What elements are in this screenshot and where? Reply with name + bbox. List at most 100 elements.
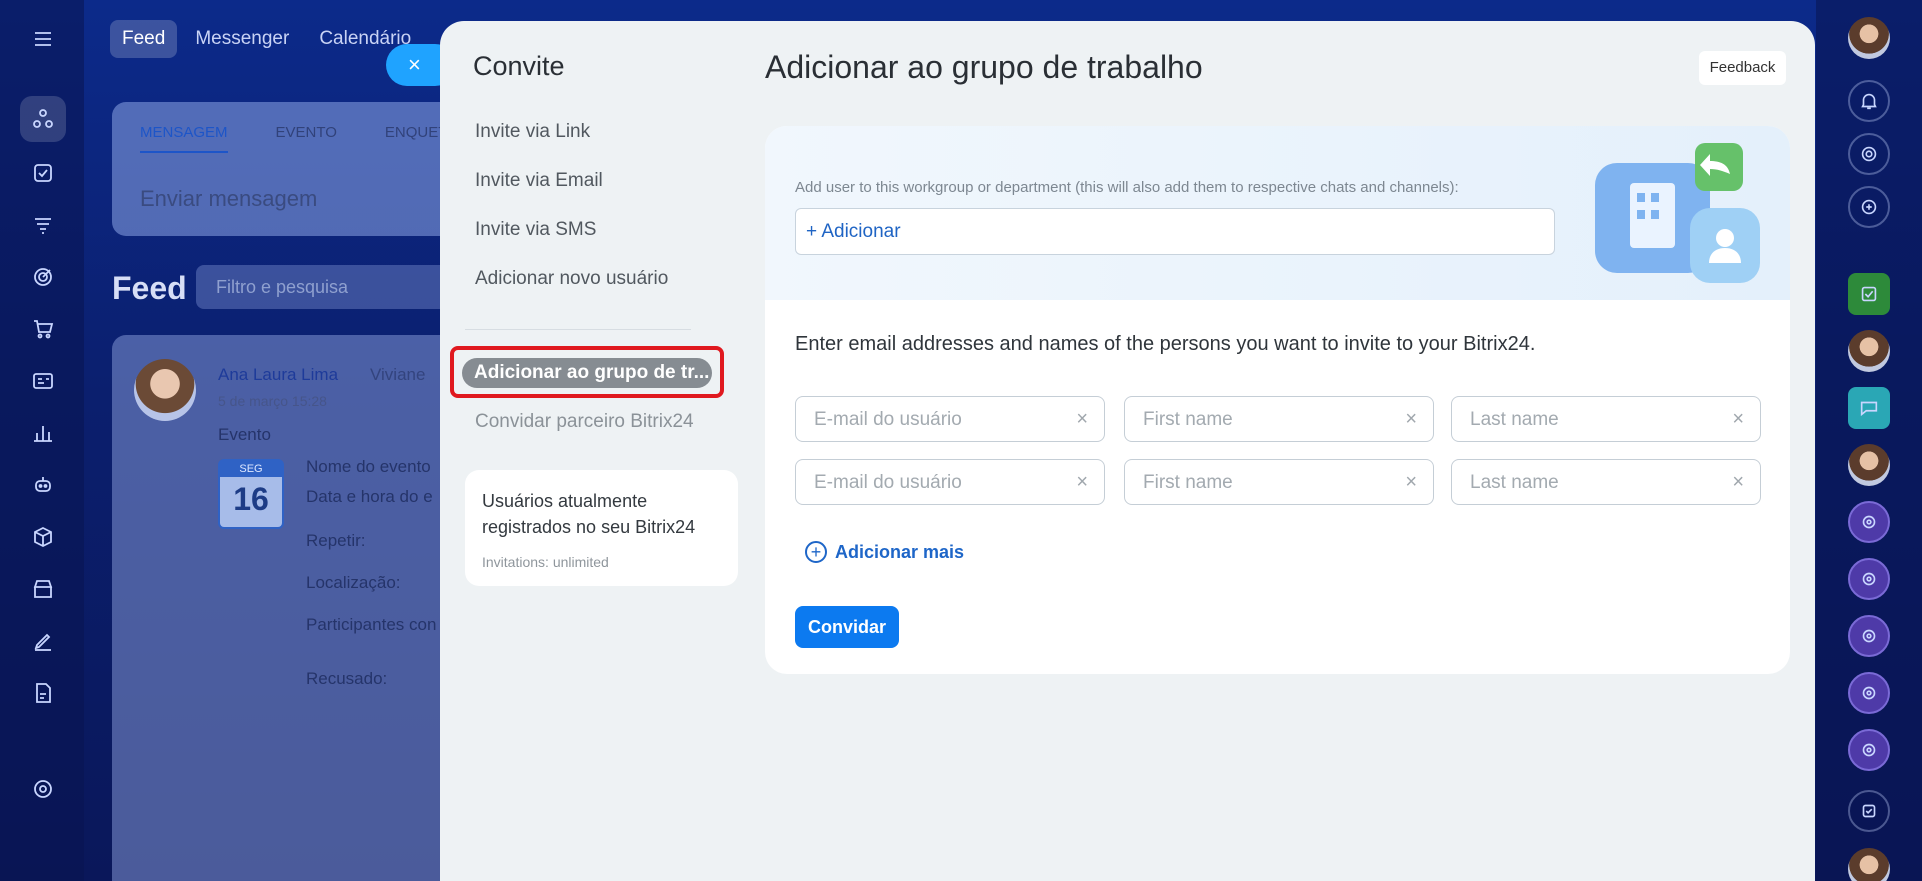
clear-icon[interactable]: × [1732,408,1744,431]
invite-slider: Convite Invite via Link Invite via Email… [440,21,1815,881]
post-recipient[interactable]: Viviane [370,365,425,385]
message-input[interactable]: Enviar mensagem [140,186,317,212]
invite-menu: Invite via Link Invite via Email Invite … [475,121,668,317]
invite-form-card: Add user to this workgroup or department… [765,126,1790,674]
event-field: Participantes con [306,615,437,634]
contact-avatar[interactable] [1848,444,1890,486]
menu-item-add-to-workgroup[interactable]: Adicionar ao grupo de tr... [462,358,712,388]
email-field[interactable]: E-mail do usuário × [795,396,1105,442]
channel-icon[interactable] [1848,558,1890,600]
post-author[interactable]: Ana Laura Lima [218,365,338,385]
target-icon[interactable] [20,254,66,300]
contact-avatar[interactable] [1848,848,1890,881]
right-rail [1816,0,1922,881]
robot-icon[interactable] [20,462,66,508]
calendar-number: 16 [233,481,269,517]
checklist-icon[interactable] [1848,790,1890,832]
menu-item-invite-email[interactable]: Invite via Email [475,170,668,219]
crm-icon[interactable] [20,202,66,248]
menu-item-invite-partner[interactable]: Convidar parceiro Bitrix24 [475,411,694,433]
event-field: Recusado: [306,669,388,688]
email-field-placeholder: E-mail do usuário [814,472,962,493]
search-chat-icon[interactable] [1848,186,1890,228]
panel-title: Convite [473,51,565,81]
channel-icon[interactable] [1848,672,1890,714]
feed-filter-input[interactable]: Filtro e pesquisa [196,265,456,309]
page-title: Adicionar ao grupo de trabalho [765,49,1203,85]
clear-icon[interactable]: × [1405,471,1417,494]
add-more-button[interactable]: + Adicionar mais [805,541,964,563]
invite-left-panel: Convite Invite via Link Invite via Email… [440,21,750,881]
menu-item-invite-link[interactable]: Invite via Link [475,121,668,170]
invitations-limit: Invitations: unlimited [482,554,609,570]
tab-feed[interactable]: Feed [110,20,178,58]
tasks-icon[interactable] [20,150,66,196]
registered-users-card: Usuários atualmente registrados no seu B… [465,470,738,586]
clear-icon[interactable]: × [1076,408,1088,431]
post-date: 5 de março 15:28 [218,393,327,409]
clear-icon[interactable]: × [1076,471,1088,494]
channel-icon[interactable] [1848,615,1890,657]
bell-icon[interactable] [1848,80,1890,122]
first-name-field[interactable]: First name × [1124,459,1434,505]
left-rail [0,0,84,881]
feedback-button[interactable]: Feedback [1699,51,1786,85]
event-field: Localização: [306,573,401,592]
composer-tab-poll[interactable]: ENQUET [385,124,448,153]
last-name-placeholder: Last name [1470,409,1559,430]
last-name-placeholder: Last name [1470,472,1559,493]
invite-heading: Enter email addresses and names of the p… [795,333,1536,355]
clear-icon[interactable]: × [1732,471,1744,494]
first-name-placeholder: First name [1143,409,1233,430]
event-field: Nome do evento [306,457,431,476]
add-more-label: Adicionar mais [835,541,965,562]
email-field[interactable]: E-mail do usuário × [795,459,1105,505]
workgroup-section: Add user to this workgroup or department… [765,126,1790,300]
contact-card-icon[interactable] [20,358,66,404]
last-name-field[interactable]: Last name × [1451,396,1761,442]
clear-icon[interactable]: × [1405,408,1417,431]
first-name-placeholder: First name [1143,472,1233,493]
composer-tab-event[interactable]: EVENTO [276,124,337,153]
composer-tab-message[interactable]: MENSAGEM [140,124,228,153]
avatar[interactable] [134,359,196,421]
menu-item-add-new-user[interactable]: Adicionar novo usuário [475,268,668,317]
event-field: Data e hora do e [306,487,433,506]
workgroup-illustration-icon [1595,143,1760,283]
event-field: Repetir: [306,531,366,550]
post-type: Evento [218,425,271,444]
calendar-badge: SEG 16 [218,459,284,529]
invite-button[interactable]: Convidar [795,606,899,648]
store-icon[interactable] [20,566,66,612]
contact-avatar[interactable] [1848,330,1890,372]
channel-icon[interactable] [1848,729,1890,771]
registered-users-title: Usuários atualmente registrados no seu B… [482,491,696,537]
first-name-field[interactable]: First name × [1124,396,1434,442]
workgroup-selector-input[interactable]: + Adicionar [795,208,1555,255]
email-field-placeholder: E-mail do usuário [814,409,962,430]
cart-icon[interactable] [20,306,66,352]
settings-icon[interactable] [20,766,66,812]
tab-messenger[interactable]: Messenger [183,20,301,58]
task-chat-icon[interactable] [1848,273,1890,315]
box-icon[interactable] [20,514,66,560]
top-tabs: Feed Messenger Calendário [110,20,423,58]
close-icon: × [408,52,421,77]
channel-icon[interactable] [1848,501,1890,543]
pen-icon[interactable] [20,618,66,664]
calendar-day: SEG [220,461,282,477]
menu-icon[interactable] [20,16,66,62]
menu-divider [465,329,691,330]
feed-title: Feed [112,270,187,306]
user-avatar[interactable] [1848,17,1890,59]
feed-post: Ana Laura Lima Viviane 5 de março 15:28 … [112,335,472,881]
pulse-icon[interactable] [1848,133,1890,175]
plus-circle-icon: + [805,541,827,563]
feed-icon[interactable] [20,96,66,142]
last-name-field[interactable]: Last name × [1451,459,1761,505]
document-sign-icon[interactable] [20,670,66,716]
analytics-icon[interactable] [20,410,66,456]
group-chat-icon[interactable] [1848,387,1890,429]
menu-item-invite-sms[interactable]: Invite via SMS [475,219,668,268]
highlight-outline: Adicionar ao grupo de tr... [450,346,724,398]
